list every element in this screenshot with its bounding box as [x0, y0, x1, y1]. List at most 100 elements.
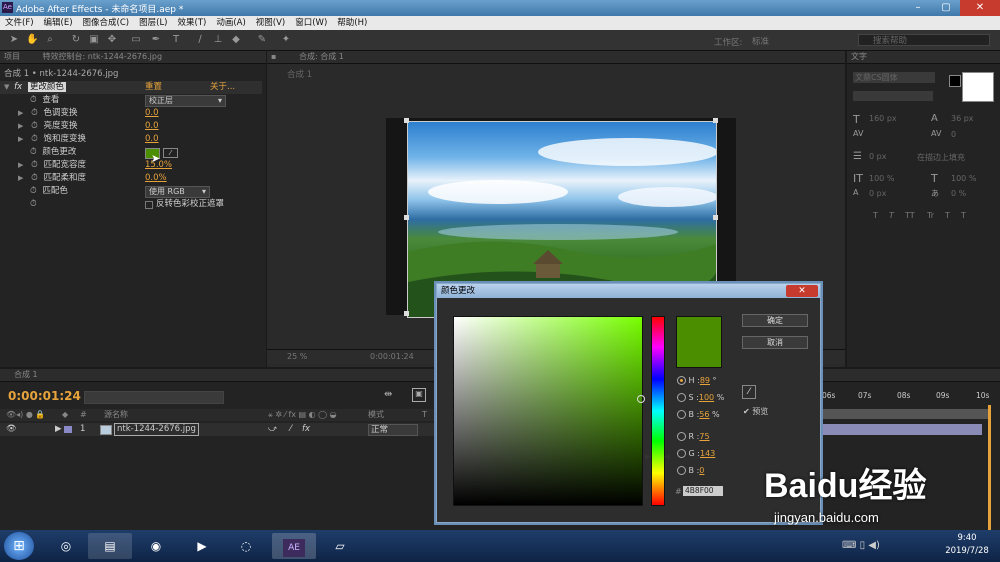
- timeline-search-input[interactable]: [84, 391, 224, 404]
- saturation-value[interactable]: 100: [699, 393, 714, 402]
- eraser-tool-icon[interactable]: ◆: [230, 34, 242, 46]
- stopwatch-icon[interactable]: ⏱: [30, 147, 37, 157]
- menu-help[interactable]: 帮助(H): [332, 16, 372, 30]
- character-tab[interactable]: 文字: [847, 51, 1000, 64]
- clock[interactable]: 9:40 2019/7/28: [944, 533, 990, 556]
- superscript-button[interactable]: T: [945, 211, 950, 220]
- red-value[interactable]: 75: [699, 432, 709, 441]
- help-search-input[interactable]: 搜索帮助: [858, 34, 990, 46]
- view-select[interactable]: 校正层 ▾: [145, 95, 226, 107]
- menu-layer[interactable]: 图层(L): [134, 16, 172, 30]
- effect-name[interactable]: 更改颜色: [27, 82, 66, 92]
- saturation-brightness-field[interactable]: [453, 316, 645, 506]
- shy-switch-icon[interactable]: ⤻: [268, 423, 277, 436]
- invert-mask-checkbox[interactable]: [145, 201, 153, 209]
- preview-checkbox[interactable]: ✔: [743, 407, 750, 416]
- faux-bold-button[interactable]: T: [873, 211, 878, 220]
- expand-triangle-icon[interactable]: ▶: [18, 174, 23, 182]
- composition-subtab[interactable]: 合成 1: [287, 68, 312, 80]
- playhead[interactable]: [988, 405, 991, 530]
- font-style-select[interactable]: [853, 91, 933, 101]
- expand-triangle-icon[interactable]: ▶: [18, 135, 23, 143]
- tsume-value[interactable]: 0 %: [951, 189, 966, 198]
- eyedropper-icon[interactable]: ⁄: [163, 148, 178, 158]
- hex-input[interactable]: 4B8F00: [683, 486, 723, 496]
- saturation-radio[interactable]: [677, 393, 686, 402]
- brightness-radio[interactable]: [677, 410, 686, 419]
- file-explorer-icon[interactable]: ▤: [88, 533, 132, 559]
- timeline-timecode[interactable]: 0:00:01:24: [8, 389, 81, 403]
- menu-composition[interactable]: 图像合成(C): [78, 16, 135, 30]
- transform-handle[interactable]: [404, 215, 409, 220]
- transform-handle[interactable]: [404, 311, 409, 316]
- green-radio[interactable]: [677, 449, 686, 458]
- font-size-value[interactable]: 160 px: [869, 114, 897, 123]
- dialog-close-button[interactable]: ✕: [786, 285, 818, 297]
- stopwatch-icon[interactable]: ⏱: [30, 95, 37, 105]
- green-value[interactable]: 143: [700, 449, 715, 458]
- roto-brush-tool-icon[interactable]: ✎: [256, 34, 268, 46]
- layer-row[interactable]: 👁 ▶ 1 ntk-1244-2676.jpg ⤻ ⁄ fx 正常: [0, 423, 440, 436]
- hue-slider-left-arrow-icon[interactable]: ▶: [645, 452, 651, 461]
- layer-name[interactable]: ntk-1244-2676.jpg: [114, 423, 199, 436]
- transform-handle[interactable]: [404, 118, 409, 123]
- font-family-select[interactable]: 文鼎CS圆体: [853, 72, 935, 83]
- about-link[interactable]: 关于...: [210, 81, 235, 94]
- draft-3d-icon[interactable]: ⇹: [384, 389, 392, 400]
- expand-triangle-icon[interactable]: ▶: [55, 423, 62, 436]
- saturation-transform-value[interactable]: 0.0: [145, 133, 159, 146]
- stroke-color-swatch[interactable]: [949, 75, 961, 87]
- lock-icon[interactable]: ▪: [271, 52, 276, 61]
- menu-effect[interactable]: 效果(T): [173, 16, 212, 30]
- browser-icon[interactable]: ◌: [224, 533, 268, 559]
- zoom-select[interactable]: 25 %: [287, 352, 307, 361]
- lightness-transform-value[interactable]: 0.0: [145, 120, 159, 133]
- pan-behind-tool-icon[interactable]: ✥: [106, 34, 118, 46]
- media-player-icon[interactable]: ▶: [180, 533, 224, 559]
- subscript-button[interactable]: T: [961, 211, 966, 220]
- after-effects-taskbar-icon[interactable]: AE: [272, 533, 316, 559]
- hue-value[interactable]: 89: [700, 376, 710, 385]
- eyedropper-icon[interactable]: ⁄: [742, 385, 756, 399]
- ok-button[interactable]: 确定: [742, 314, 808, 327]
- viewer-timecode[interactable]: 0:00:01:24: [370, 352, 414, 361]
- tab-effect-controls[interactable]: 特效控制台: ntk-1244-2676.jpg: [43, 52, 163, 61]
- expand-triangle-icon[interactable]: ▶: [18, 161, 23, 169]
- red-radio[interactable]: [677, 432, 686, 441]
- stroke-option-select[interactable]: 在描边上填充: [917, 152, 965, 163]
- media-center-icon[interactable]: ◎: [44, 533, 88, 559]
- clone-stamp-tool-icon[interactable]: ⊥: [212, 34, 224, 46]
- label-color-icon[interactable]: [64, 426, 72, 433]
- transform-handle[interactable]: [713, 118, 718, 123]
- small-caps-button[interactable]: Tr: [927, 211, 934, 220]
- color-field-cursor[interactable]: [637, 395, 645, 403]
- stopwatch-icon[interactable]: ⏱: [31, 160, 38, 170]
- frame-blend-icon[interactable]: ▣: [412, 388, 426, 402]
- minimize-button[interactable]: –: [904, 0, 932, 16]
- type-tool-icon[interactable]: T: [170, 34, 182, 46]
- match-colors-select[interactable]: 使用 RGB ▾: [145, 186, 210, 198]
- blue-value[interactable]: 0: [699, 466, 704, 475]
- maximize-button[interactable]: ▢: [932, 0, 960, 16]
- menu-file[interactable]: 文件(F): [0, 16, 39, 30]
- work-area-bar[interactable]: [820, 409, 988, 419]
- blend-mode-select[interactable]: 正常: [368, 424, 418, 436]
- firefox-icon[interactable]: ◉: [134, 533, 178, 559]
- stopwatch-icon[interactable]: ⏱: [31, 108, 38, 118]
- collapse-triangle-icon[interactable]: ▼: [4, 83, 9, 91]
- horizontal-scale-value[interactable]: 100 %: [951, 174, 976, 183]
- baseline-shift-value[interactable]: 0 px: [869, 189, 886, 198]
- pen-tool-icon[interactable]: ✒: [150, 34, 162, 46]
- stopwatch-icon[interactable]: ⏱: [30, 186, 37, 196]
- camera-tool-icon[interactable]: ▣: [88, 34, 100, 46]
- hue-slider-right-arrow-icon[interactable]: ◀: [664, 452, 670, 461]
- hand-tool-icon[interactable]: ✋: [26, 34, 38, 46]
- stopwatch-icon[interactable]: ⏱: [31, 134, 38, 144]
- rotate-tool-icon[interactable]: ↻: [70, 34, 82, 46]
- fx-switch-icon[interactable]: fx: [302, 423, 310, 436]
- brush-tool-icon[interactable]: ∕: [194, 34, 206, 46]
- puppet-tool-icon[interactable]: ✦: [280, 34, 292, 46]
- blue-radio[interactable]: [677, 466, 686, 475]
- all-caps-button[interactable]: TT: [905, 211, 915, 220]
- source-name-header[interactable]: 源名称: [104, 409, 128, 421]
